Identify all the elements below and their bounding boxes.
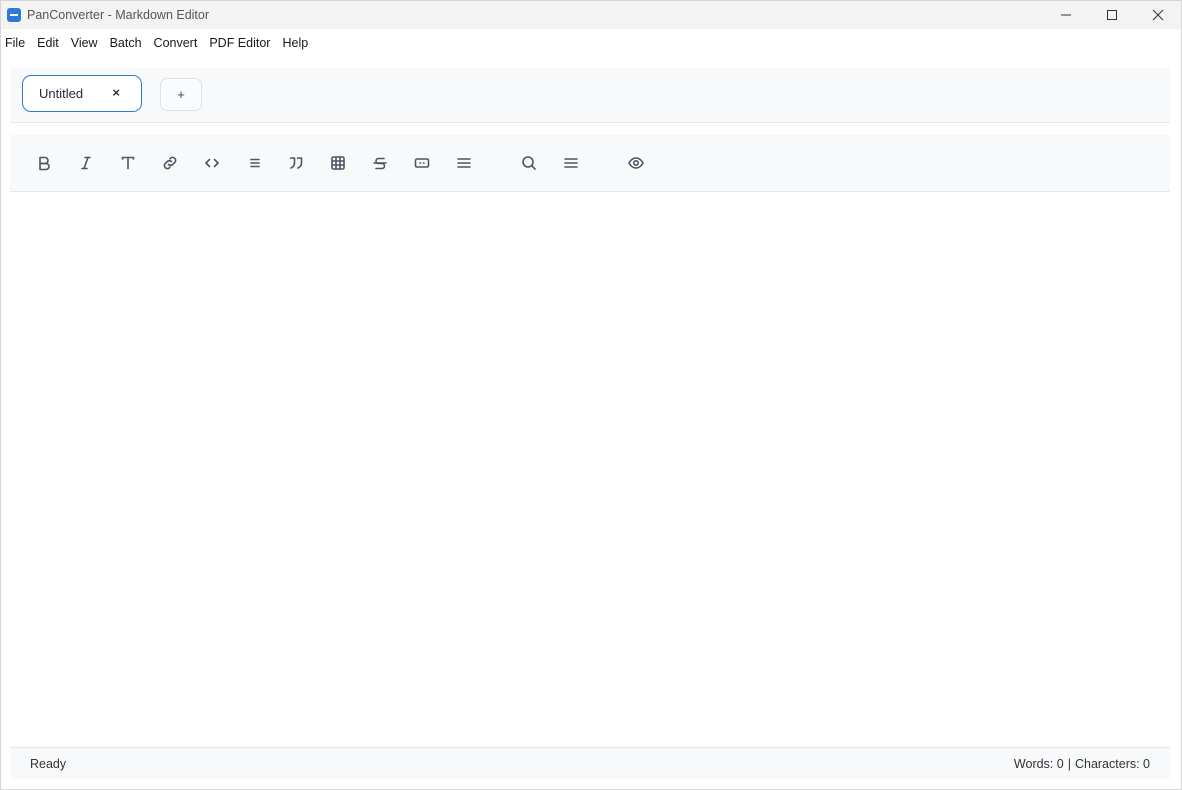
code-button[interactable] xyxy=(198,149,226,177)
text-heading-icon xyxy=(121,156,135,170)
inline-code-button[interactable] xyxy=(408,149,436,177)
window-controls xyxy=(1043,1,1181,29)
character-count: Characters: 0 xyxy=(1074,756,1150,771)
status-text: Ready xyxy=(30,756,67,771)
bold-button[interactable] xyxy=(30,149,58,177)
maximize-icon xyxy=(1107,10,1117,20)
list-button[interactable] xyxy=(241,149,269,177)
minimize-icon xyxy=(1061,14,1071,16)
bold-icon xyxy=(39,156,50,171)
italic-button[interactable] xyxy=(72,149,100,177)
markdown-editor[interactable] xyxy=(10,193,1170,747)
minimize-button[interactable] xyxy=(1043,1,1089,29)
title-bar: PanConverter - Markdown Editor xyxy=(1,1,1181,29)
link-icon xyxy=(163,156,177,170)
quote-icon xyxy=(289,157,303,169)
tab-label: Untitled xyxy=(39,86,84,101)
code-icon xyxy=(205,158,219,168)
align-button[interactable] xyxy=(450,149,478,177)
inline-code-icon xyxy=(414,158,430,168)
link-button[interactable] xyxy=(156,149,184,177)
window-title: PanConverter - Markdown Editor xyxy=(27,8,210,22)
menu-file[interactable]: File xyxy=(1,36,31,50)
menu-convert[interactable]: Convert xyxy=(150,36,204,50)
search-button[interactable] xyxy=(515,149,543,177)
stat-separator: | xyxy=(1067,756,1071,771)
table-button[interactable] xyxy=(324,149,352,177)
close-window-button[interactable] xyxy=(1135,1,1181,29)
menu-edit[interactable]: Edit xyxy=(33,36,65,50)
strikethrough-icon xyxy=(373,157,387,170)
menu-button[interactable] xyxy=(557,149,585,177)
menu-bar: File Edit View Batch Convert PDF Editor … xyxy=(1,29,1181,56)
table-icon xyxy=(331,156,345,170)
search-icon xyxy=(522,156,536,170)
preview-button[interactable] xyxy=(622,149,650,177)
tab-bar: Untitled × + xyxy=(10,68,1170,123)
tab-close-button[interactable]: × xyxy=(112,85,120,100)
list-icon xyxy=(250,158,260,168)
eye-icon xyxy=(628,157,644,169)
status-bar: Ready Words: 0 | Characters: 0 xyxy=(10,747,1170,779)
menu-pdf-editor[interactable]: PDF Editor xyxy=(205,36,276,50)
close-icon xyxy=(1152,9,1164,21)
maximize-button[interactable] xyxy=(1089,1,1135,29)
strikethrough-button[interactable] xyxy=(366,149,394,177)
italic-icon xyxy=(81,156,91,170)
hamburger-icon xyxy=(564,158,578,168)
app-logo-icon xyxy=(7,8,21,22)
add-tab-button[interactable]: + xyxy=(160,78,202,111)
formatting-toolbar xyxy=(10,135,1170,192)
word-count: Words: 0 xyxy=(1013,756,1064,771)
menu-help[interactable]: Help xyxy=(278,36,314,50)
align-justify-icon xyxy=(457,158,471,168)
menu-view[interactable]: View xyxy=(67,36,104,50)
menu-batch[interactable]: Batch xyxy=(106,36,148,50)
app-window: PanConverter - Markdown Editor File Edit… xyxy=(0,0,1182,790)
tab-untitled[interactable]: Untitled × xyxy=(22,75,142,112)
heading-button[interactable] xyxy=(114,149,142,177)
quote-button[interactable] xyxy=(282,149,310,177)
document-stats: Words: 0 | Characters: 0 xyxy=(1014,757,1150,771)
